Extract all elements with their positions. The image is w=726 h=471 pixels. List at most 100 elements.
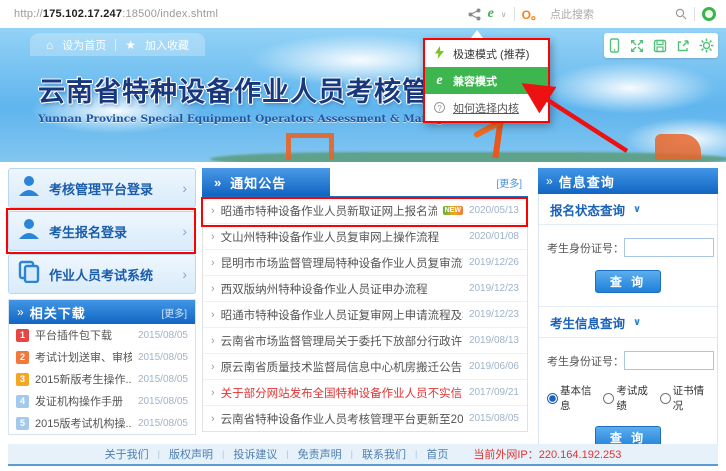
- download-title: 平台插件包下载: [35, 327, 132, 343]
- sidebar-item-exam-system[interactable]: 作业人员考试系统 ›: [8, 254, 196, 294]
- bullet-icon: ›: [211, 361, 215, 373]
- radio-input[interactable]: [603, 393, 614, 404]
- notice-date: 2020/05/13: [469, 205, 519, 216]
- notice-item[interactable]: › 云南省特种设备作业人员考核管理平台更新至20... 2015/08/05: [203, 406, 527, 431]
- download-date: 2015/08/05: [138, 418, 188, 429]
- footer-link-contact[interactable]: 联系我们: [362, 446, 406, 462]
- divider: |: [158, 449, 160, 459]
- question-icon: ?: [433, 102, 446, 114]
- download-item[interactable]: 2 考试计划送审、审核 ... 2015/08/05: [9, 346, 195, 368]
- search-icon[interactable]: [675, 8, 687, 20]
- sidebar-item-candidate-signup-login[interactable]: 考生报名登录 ›: [8, 211, 196, 251]
- signup-status-query-toggle[interactable]: 报名状态查询 ∨: [539, 194, 717, 225]
- rig-graphic: [655, 134, 701, 160]
- status-id-input[interactable]: [624, 238, 714, 257]
- notice-item[interactable]: › 昭通市特种设备作业人员新取证网上报名流程 NEW 2020/05/13: [203, 198, 527, 224]
- notices-title: 通知公告: [230, 173, 286, 192]
- footer-link-copyright[interactable]: 版权声明: [169, 446, 213, 462]
- footer-link-about[interactable]: 关于我们: [105, 446, 149, 462]
- download-item[interactable]: 1 平台插件包下载 2015/08/05: [9, 324, 195, 346]
- url-text[interactable]: http://175.102.17.247:18500/index.shtml: [14, 8, 218, 20]
- section-title: 考生信息查询: [550, 313, 625, 332]
- divider: [514, 7, 515, 21]
- notice-item[interactable]: › 昆明市市场监督管理局特种设备作业人员复审流程... 2019/12/26: [203, 250, 527, 276]
- downloads-title: 相关下载: [30, 303, 162, 322]
- radio-input[interactable]: [547, 393, 558, 404]
- rank-badge: 3: [16, 373, 29, 386]
- notice-title: 昆明市市场监督管理局特种设备作业人员复审流程...: [221, 255, 463, 271]
- radio-input[interactable]: [660, 393, 671, 404]
- footer-link-disclaimer[interactable]: 免责声明: [298, 446, 342, 462]
- notices-list: › 昭通市特种设备作业人员新取证网上报名流程 NEW 2020/05/13 › …: [202, 198, 528, 432]
- notice-date: 2019/12/26: [469, 257, 519, 268]
- notice-item[interactable]: › 西双版纳州特种设备作业人员证申办流程 2019/12/23: [203, 276, 527, 302]
- query-header: » 信息查询: [538, 168, 718, 194]
- notices-more-link[interactable]: [更多]: [496, 175, 528, 190]
- add-favorite-link[interactable]: 加入收藏: [145, 37, 189, 53]
- download-item[interactable]: 4 发证机构操作手册 2015/08/05: [9, 390, 195, 412]
- save-icon[interactable]: [653, 39, 667, 53]
- notice-item[interactable]: › 文山州特种设备作业人员复审网上操作流程 2020/01/08: [203, 224, 527, 250]
- footer: 关于我们 | 版权声明 | 投诉建议 | 免责声明 | 联系我们 | 首页 当前…: [8, 444, 718, 466]
- menu-item-kernel-help[interactable]: ? 如何选择内核: [425, 94, 548, 121]
- status-query-button[interactable]: 查 询: [595, 270, 661, 293]
- share-page-icon[interactable]: [676, 39, 690, 53]
- radio-basic-info[interactable]: 基本信息: [547, 383, 596, 413]
- bullet-icon: ›: [211, 413, 215, 425]
- notice-item[interactable]: › 关于部分网站发布全国特种设备作业人员不实信息... 2017/09/21: [203, 380, 527, 406]
- menu-item-compat-mode[interactable]: e 兼容模式: [425, 67, 548, 94]
- bullet-icon: ›: [211, 387, 215, 399]
- sidebar-item-label: 作业人员考试系统: [49, 265, 182, 284]
- documents-icon: [17, 260, 49, 288]
- footer-link-complaint[interactable]: 投诉建议: [233, 446, 277, 462]
- notice-item[interactable]: › 云南省市场监督管理局关于委托下放部分行政许可... 2019/08/13: [203, 328, 527, 354]
- rank-badge: 4: [16, 395, 29, 408]
- notice-item[interactable]: › 原云南省质量技术监督局信息中心机房搬迁公告 2019/06/06: [203, 354, 527, 380]
- rank-badge: 2: [16, 351, 29, 364]
- kernel-mode-menu: 极速模式 (推荐) e 兼容模式 ? 如何选择内核: [423, 38, 550, 123]
- share-icon[interactable]: [468, 8, 481, 21]
- divider: [115, 39, 116, 51]
- notice-date: 2017/09/21: [469, 387, 519, 398]
- menu-item-speed-mode[interactable]: 极速模式 (推荐): [425, 40, 548, 67]
- sidebar-item-admin-login[interactable]: 考核管理平台登录 ›: [8, 168, 196, 208]
- radio-certificate[interactable]: 证书情况: [660, 383, 709, 413]
- kernel-mode-icon[interactable]: e: [488, 7, 494, 21]
- screen: http://175.102.17.247:18500/index.shtml …: [0, 0, 726, 471]
- browser-menu-icon[interactable]: [702, 7, 716, 21]
- candidate-info-query-toggle[interactable]: 考生信息查询 ∨: [539, 307, 717, 338]
- divider: |: [415, 449, 417, 459]
- double-arrow-icon: »: [214, 175, 222, 190]
- set-home-link[interactable]: 设为首页: [62, 37, 106, 53]
- footer-link-home[interactable]: 首页: [426, 446, 448, 462]
- search-input[interactable]: 点此搜索: [550, 6, 668, 22]
- search-engine-logo[interactable]: O。: [522, 6, 543, 23]
- double-arrow-icon: »: [546, 174, 553, 188]
- info-type-radios: 基本信息 考试成绩 证书情况: [547, 383, 709, 413]
- downloads-more-link[interactable]: [更多]: [161, 305, 187, 320]
- notice-item[interactable]: › 昭通市特种设备作业人员证复审网上申请流程及相... 2019/12/23: [203, 302, 527, 328]
- radio-exam-score[interactable]: 考试成绩: [603, 383, 652, 413]
- tab-notices[interactable]: » 通知公告: [202, 168, 330, 196]
- kernel-mode-chevron-icon[interactable]: ∨: [501, 10, 507, 19]
- bullet-icon: ›: [211, 335, 215, 347]
- download-item[interactable]: 3 2015新版考生操作... 2015/08/05: [9, 368, 195, 390]
- downloads-header: » 相关下载 [更多]: [9, 300, 195, 324]
- download-item[interactable]: 5 2015版考试机构操... 2015/08/05: [9, 412, 195, 434]
- page-tools: [604, 33, 718, 58]
- browser-address-bar[interactable]: http://175.102.17.247:18500/index.shtml …: [0, 0, 726, 29]
- id-number-label: 考生身份证号：: [547, 240, 624, 256]
- rank-badge: 5: [16, 417, 29, 430]
- notice-date: 2019/08/13: [469, 335, 519, 346]
- chevron-down-icon: ∨: [633, 317, 641, 328]
- notice-title: 西双版纳州特种设备作业人员证申办流程: [221, 281, 428, 297]
- settings-gear-icon[interactable]: [699, 38, 714, 53]
- mobile-icon[interactable]: [608, 38, 621, 54]
- notice-title-alert: 关于部分网站发布全国特种设备作业人员不实信息...: [221, 385, 463, 401]
- bullet-icon: ›: [211, 205, 215, 217]
- info-id-input[interactable]: [624, 351, 714, 370]
- download-date: 2015/08/05: [138, 330, 188, 341]
- fullscreen-icon[interactable]: [630, 39, 644, 53]
- person-icon: [17, 217, 49, 245]
- notice-date: 2019/06/06: [469, 361, 519, 372]
